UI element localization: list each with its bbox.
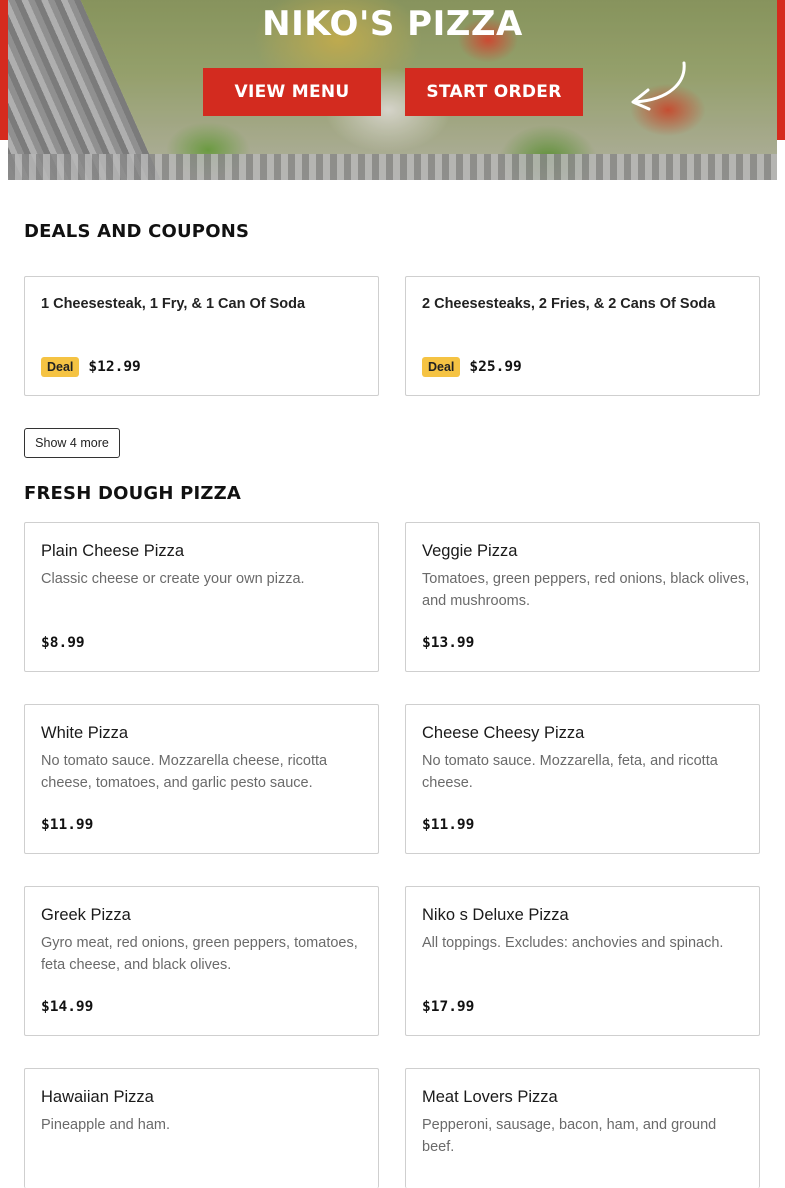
deal-price: $12.99	[88, 359, 141, 375]
deal-name: 2 Cheesesteaks, 2 Fries, & 2 Cans Of Sod…	[422, 296, 716, 312]
restaurant-title: NIKO'S PIZZA	[262, 4, 523, 44]
deal-price: $25.99	[469, 359, 522, 375]
item-description: All toppings. Excludes: anchovies and sp…	[422, 935, 724, 951]
item-description: Classic cheese or create your own pizza.	[41, 571, 305, 587]
item-name: White Pizza	[41, 724, 129, 742]
deal-card[interactable]: 2 Cheesesteaks, 2 Fries, & 2 Cans Of Sod…	[405, 276, 760, 396]
menu-item-card[interactable]: White Pizza No tomato sauce. Mozzarella …	[24, 704, 379, 854]
item-name: Niko s Deluxe Pizza	[422, 906, 569, 924]
pizza-section-title: FRESH DOUGH PIZZA	[24, 483, 242, 504]
deal-card[interactable]: 1 Cheesesteak, 1 Fry, & 1 Can Of Soda De…	[24, 276, 379, 396]
item-price: $17.99	[422, 999, 475, 1015]
curved-arrow-icon	[631, 61, 686, 111]
start-order-button[interactable]: START ORDER	[405, 68, 583, 116]
item-name: Veggie Pizza	[422, 542, 518, 560]
item-description: Tomatoes, green peppers, red onions, bla…	[422, 571, 750, 609]
menu-item-card[interactable]: Meat Lovers Pizza Pepperoni, sausage, ba…	[405, 1068, 760, 1188]
menu-item-card[interactable]: Greek Pizza Gyro meat, red onions, green…	[24, 886, 379, 1036]
item-description: No tomato sauce. Mozzarella cheese, rico…	[41, 753, 328, 791]
menu-item-card[interactable]: Veggie Pizza Tomatoes, green peppers, re…	[405, 522, 760, 672]
menu-item-card[interactable]: Hawaiian Pizza Pineapple and ham.	[24, 1068, 379, 1188]
item-description: Pepperoni, sausage, bacon, ham, and grou…	[422, 1117, 717, 1155]
item-name: Plain Cheese Pizza	[41, 542, 185, 560]
deal-badge: Deal	[41, 357, 80, 377]
item-price: $14.99	[41, 999, 94, 1015]
view-menu-button[interactable]: VIEW MENU	[203, 68, 381, 116]
show-more-deals-button[interactable]: Show 4 more	[24, 428, 120, 458]
item-name: Greek Pizza	[41, 906, 131, 924]
item-description: No tomato sauce. Mozzarella, feta, and r…	[422, 753, 718, 791]
deal-badge: Deal	[422, 357, 461, 377]
menu-item-card[interactable]: Plain Cheese Pizza Classic cheese or cre…	[24, 522, 379, 672]
item-price: $11.99	[41, 817, 94, 833]
item-description: Gyro meat, red onions, green peppers, to…	[41, 935, 358, 973]
item-name: Cheese Cheesy Pizza	[422, 724, 585, 742]
menu-item-card[interactable]: Niko s Deluxe Pizza All toppings. Exclud…	[405, 886, 760, 1036]
item-price: $11.99	[422, 817, 475, 833]
item-price: $8.99	[41, 635, 85, 651]
item-name: Hawaiian Pizza	[41, 1088, 154, 1106]
item-name: Meat Lovers Pizza	[422, 1088, 558, 1106]
item-description: Pineapple and ham.	[41, 1117, 170, 1133]
item-price: $13.99	[422, 635, 475, 651]
deal-name: 1 Cheesesteak, 1 Fry, & 1 Can Of Soda	[41, 296, 306, 312]
menu-item-card[interactable]: Cheese Cheesy Pizza No tomato sauce. Moz…	[405, 704, 760, 854]
deals-section-title: DEALS AND COUPONS	[24, 221, 250, 242]
